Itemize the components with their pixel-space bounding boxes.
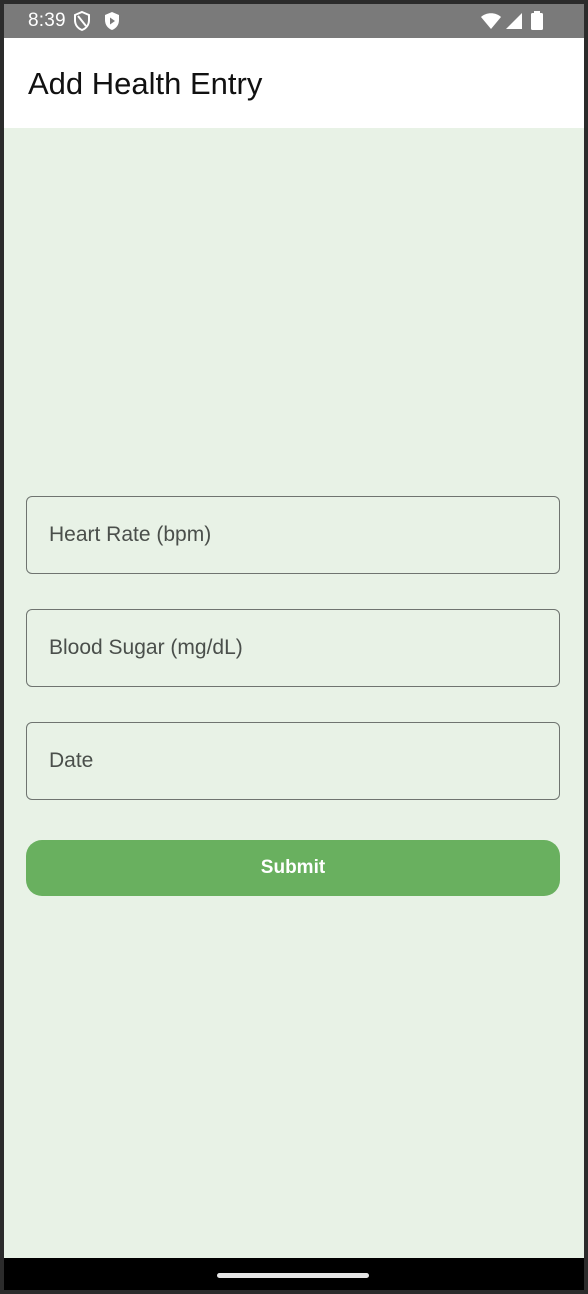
cell-signal-icon [504, 10, 524, 32]
navigation-bar [4, 1258, 584, 1290]
status-time: 8:39 [28, 10, 66, 31]
home-gesture-handle[interactable] [217, 1273, 369, 1278]
date-input[interactable] [27, 723, 559, 799]
form-container: Submit [4, 128, 584, 1258]
battery-icon [530, 10, 544, 32]
submit-button[interactable]: Submit [26, 840, 560, 896]
blood-sugar-field[interactable] [26, 609, 560, 687]
app-bar: Add Health Entry [4, 38, 584, 128]
heart-rate-input[interactable] [27, 497, 559, 573]
play-shield-icon [102, 10, 122, 32]
page-title: Add Health Entry [28, 66, 263, 101]
status-bar: 8:39 [4, 4, 584, 38]
wifi-icon [480, 10, 502, 32]
shield-outline-icon [72, 10, 92, 32]
blood-sugar-input[interactable] [27, 610, 559, 686]
date-field[interactable] [26, 722, 560, 800]
device-frame: 8:39 Add Health Entry Heart Rate (bpm) B… [0, 0, 588, 1294]
heart-rate-field[interactable] [26, 496, 560, 574]
